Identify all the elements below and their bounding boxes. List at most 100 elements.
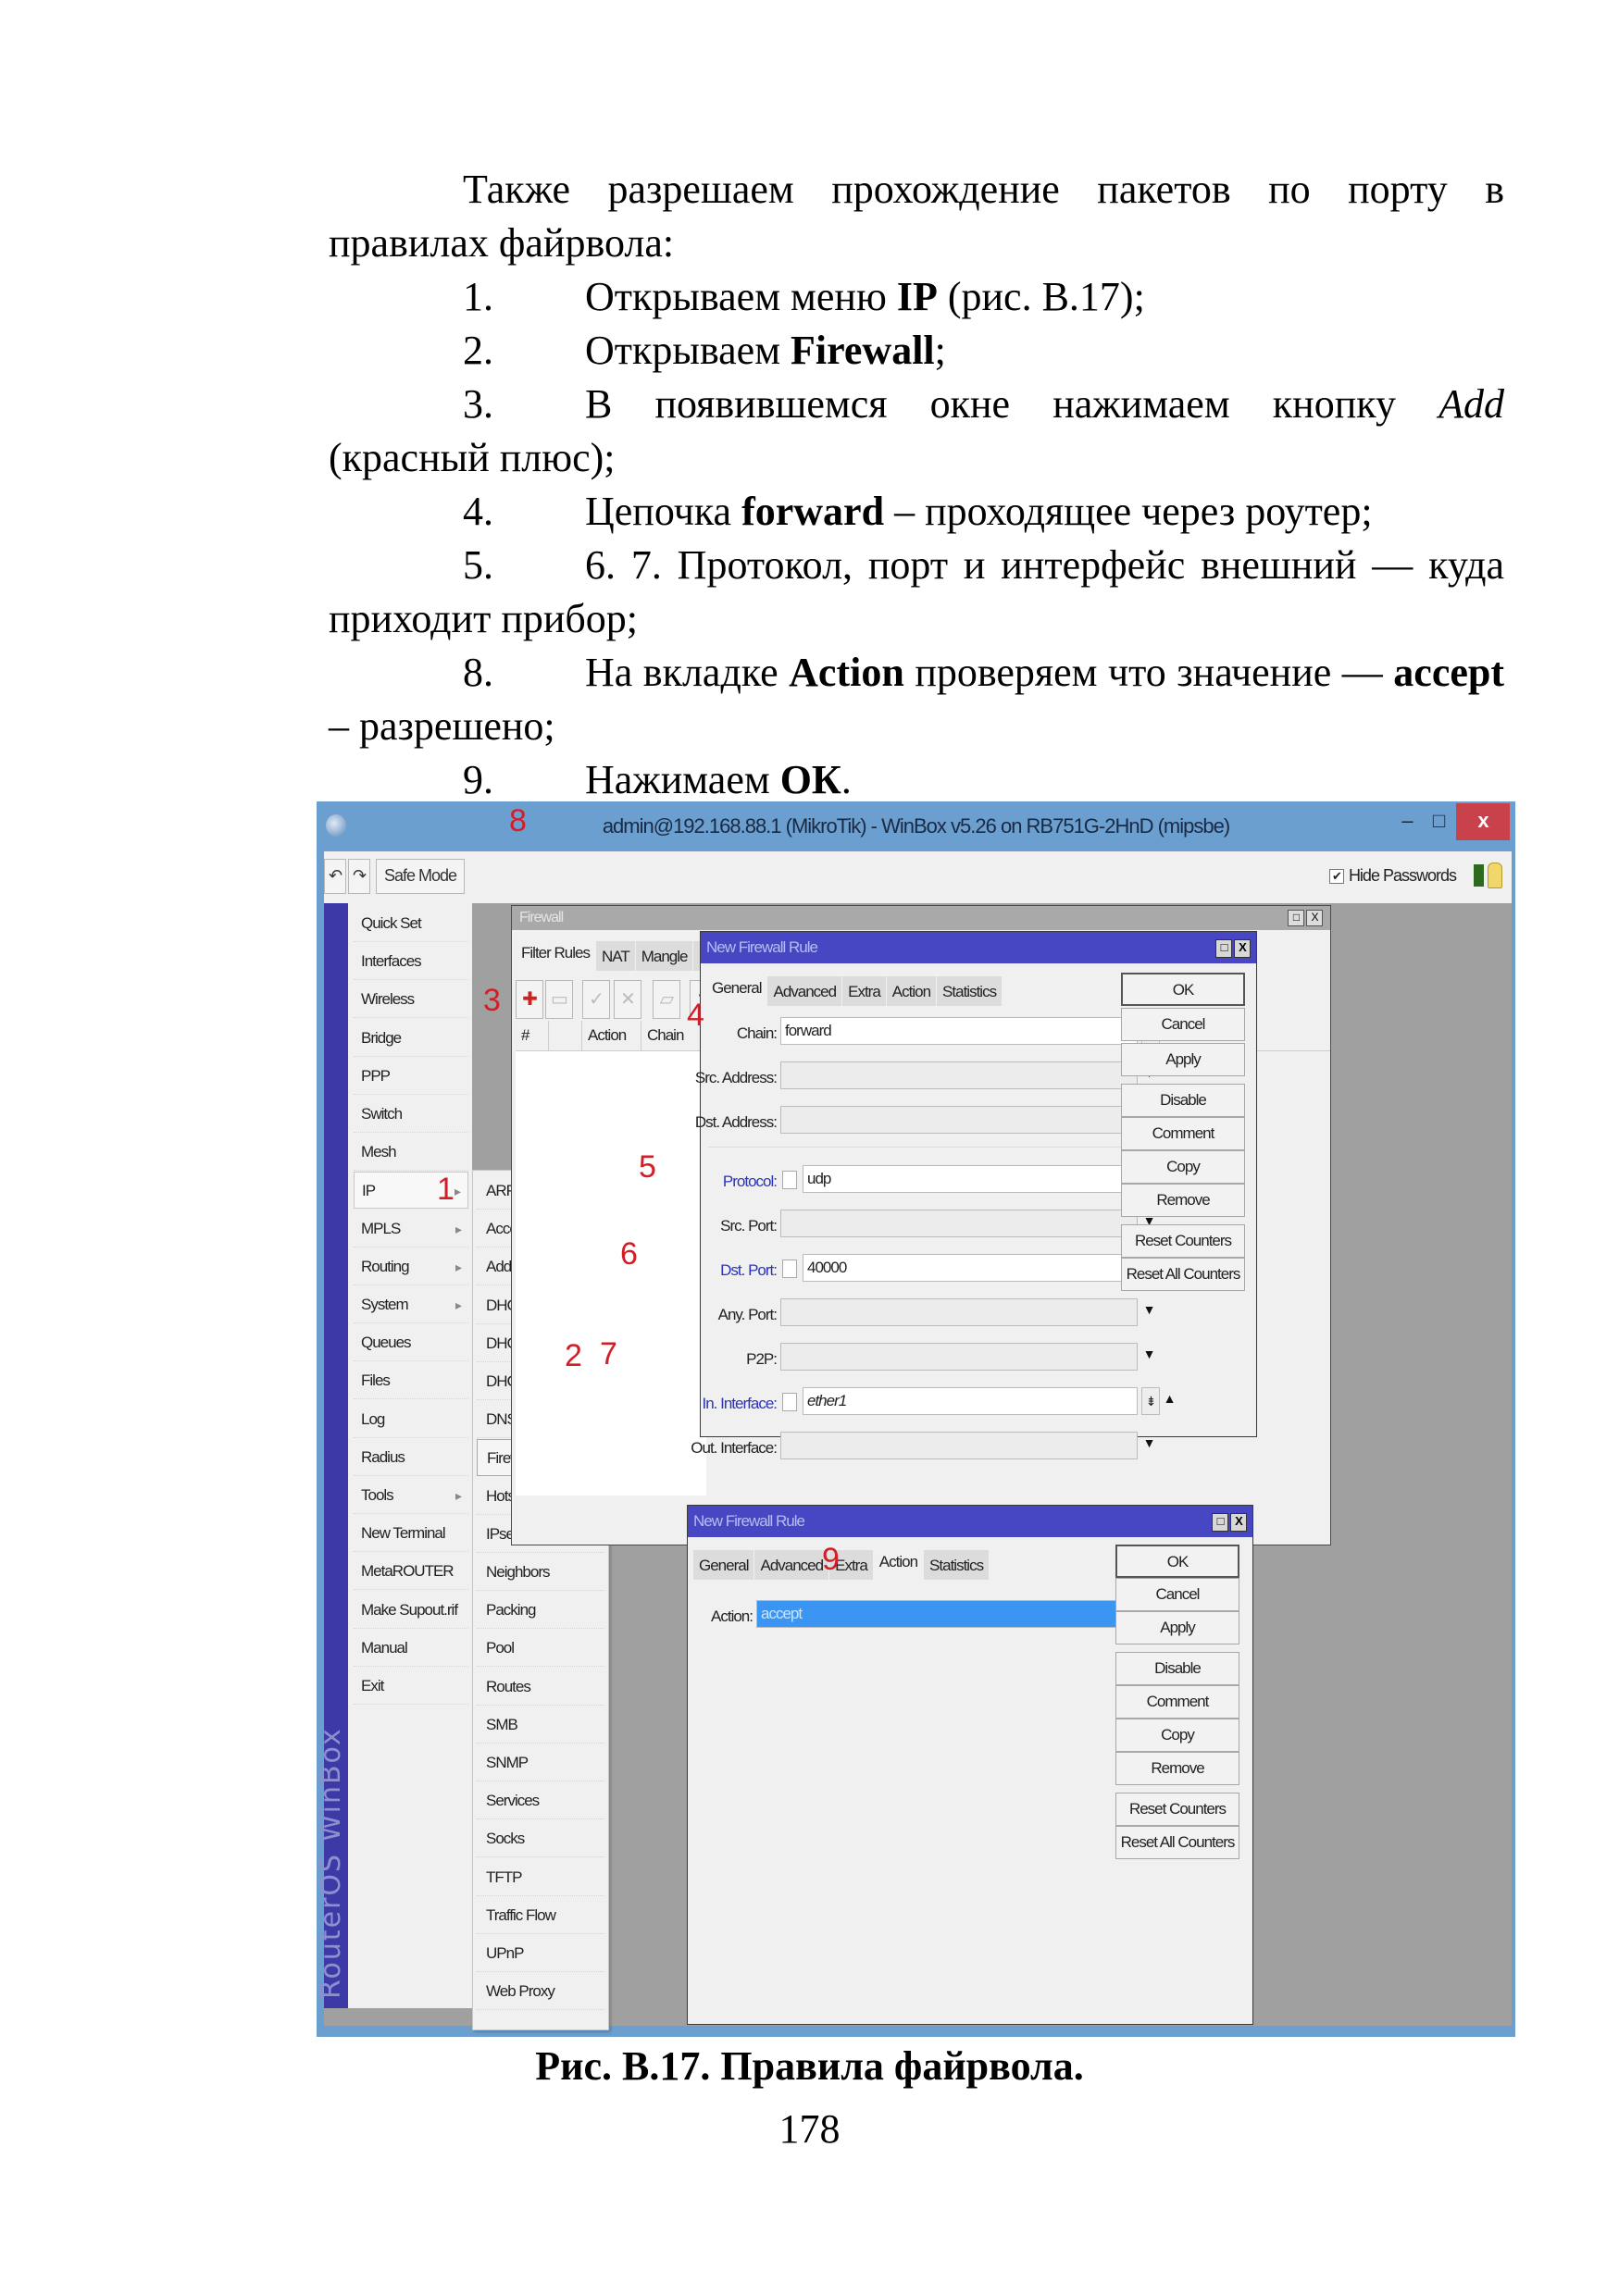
menu-item-quick-set[interactable]: Quick Set [354, 905, 468, 942]
menu-item-interfaces[interactable]: Interfaces [354, 943, 468, 981]
enable-rule-button[interactable]: ✓ [582, 980, 610, 1019]
rule-tab-advanced[interactable]: Advanced [754, 1550, 829, 1580]
menu-item-manual[interactable]: Manual [354, 1630, 468, 1667]
col-number[interactable]: # [516, 1021, 549, 1050]
action-disable-button[interactable]: Disable [1115, 1652, 1239, 1685]
general-remove-button[interactable]: Remove [1121, 1184, 1245, 1217]
submenu-item-socks[interactable]: Socks [477, 1820, 604, 1858]
any-port-input[interactable] [780, 1298, 1138, 1326]
col-flags[interactable] [549, 1021, 582, 1050]
submenu-item-routes[interactable]: Routes [477, 1669, 604, 1706]
submenu-item-traffic-flow[interactable]: Traffic Flow [477, 1897, 604, 1934]
protocol-input[interactable]: udp [803, 1165, 1138, 1193]
firewall-close-button[interactable]: X [1306, 910, 1323, 926]
general-reset-all-counters-button[interactable]: Reset All Counters [1121, 1258, 1245, 1291]
protocol-negate-checkbox[interactable] [782, 1171, 797, 1189]
in-interface-input[interactable]: ether1 [803, 1387, 1138, 1415]
menu-item-radius[interactable]: Radius [354, 1439, 468, 1476]
general-reset-counters-button[interactable]: Reset Counters [1121, 1224, 1245, 1258]
firewall-tab-mangle[interactable]: Mangle [635, 941, 693, 971]
menu-item-routing[interactable]: Routing ▸ [354, 1248, 468, 1285]
out-interface-input[interactable] [780, 1432, 1138, 1459]
in-interface-negate-checkbox[interactable] [782, 1393, 797, 1411]
dialog-close-button[interactable]: X [1230, 1513, 1247, 1532]
submenu-item-neighbors[interactable]: Neighbors [477, 1554, 604, 1591]
action-reset-counters-button[interactable]: Reset Counters [1115, 1793, 1239, 1826]
action-comment-button[interactable]: Comment [1115, 1685, 1239, 1719]
add-rule-button[interactable]: ✚ [516, 980, 543, 1019]
in-interface-dropdown-button[interactable]: ⇟ [1141, 1387, 1160, 1415]
comment-rule-button[interactable]: ▱ [653, 980, 680, 1019]
action-cancel-button[interactable]: Cancel [1115, 1578, 1239, 1611]
rule-tab-action[interactable]: Action [886, 976, 937, 1006]
redo-button[interactable]: ↷ [348, 859, 370, 894]
remove-rule-button[interactable]: ▭ [545, 980, 573, 1019]
menu-item-queues[interactable]: Queues [354, 1324, 468, 1362]
firewall-maximize-button[interactable]: □ [1288, 910, 1304, 926]
dialog-maximize-button[interactable]: □ [1215, 939, 1232, 958]
menu-item-mesh[interactable]: Mesh [354, 1134, 468, 1172]
firewall-tab-nat[interactable]: NAT [595, 941, 635, 971]
in-interface-label[interactable]: In. Interface: [703, 1395, 778, 1413]
general-disable-button[interactable]: Disable [1121, 1084, 1245, 1117]
menu-item-log[interactable]: Log [354, 1401, 468, 1438]
dst-port-label[interactable]: Dst. Port: [720, 1261, 778, 1280]
in-interface-collapse-icon[interactable]: ▲ [1162, 1391, 1177, 1406]
menu-item-mpls[interactable]: MPLS ▸ [354, 1210, 468, 1247]
rule-tab-general[interactable]: General [693, 1550, 754, 1580]
menu-item-tools[interactable]: Tools ▸ [354, 1477, 468, 1514]
general-ok-button[interactable]: OK [1121, 973, 1245, 1006]
rule-tab-advanced[interactable]: Advanced [767, 976, 842, 1006]
rule-tab-extra[interactable]: Extra [842, 976, 886, 1006]
menu-item-exit[interactable]: Exit [354, 1668, 468, 1705]
menu-item-make-supout-rif[interactable]: Make Supout.rif [354, 1592, 468, 1629]
any-port-expand-icon[interactable]: ▼ [1141, 1302, 1156, 1317]
out-interface-expand-icon[interactable]: ▼ [1141, 1435, 1156, 1450]
disable-rule-button[interactable]: ✕ [614, 980, 641, 1019]
submenu-item-pool[interactable]: Pool [477, 1630, 604, 1668]
p2p-input[interactable] [780, 1343, 1138, 1371]
rule-tab-statistics[interactable]: Statistics [937, 976, 1003, 1006]
submenu-item-tftp[interactable]: TFTP [477, 1859, 604, 1896]
menu-item-wireless[interactable]: Wireless [354, 981, 468, 1019]
hide-passwords-toggle[interactable]: ✔ Hide Passwords [1328, 866, 1457, 886]
general-copy-button[interactable]: Copy [1121, 1150, 1245, 1184]
dst-port-input[interactable]: 40000 [803, 1254, 1160, 1282]
firewall-tab-filter-rules[interactable]: Filter Rules [516, 937, 595, 971]
action-copy-button[interactable]: Copy [1115, 1719, 1239, 1752]
submenu-item-packing[interactable]: Packing [477, 1592, 604, 1630]
general-cancel-button[interactable]: Cancel [1121, 1008, 1245, 1041]
rule-tab-statistics[interactable]: Statistics [924, 1550, 990, 1580]
src-port-input[interactable] [780, 1210, 1138, 1237]
submenu-item-snmp[interactable]: SNMP [477, 1744, 604, 1781]
menu-item-ppp[interactable]: PPP [354, 1058, 468, 1095]
menu-item-bridge[interactable]: Bridge [354, 1020, 468, 1057]
action-apply-button[interactable]: Apply [1115, 1611, 1239, 1644]
dialog-maximize-button[interactable]: □ [1212, 1513, 1228, 1532]
action-remove-button[interactable]: Remove [1115, 1752, 1239, 1785]
hide-passwords-checkbox[interactable]: ✔ [1328, 869, 1344, 885]
rule-tab-action[interactable]: Action [873, 1546, 924, 1580]
submenu-item-web-proxy[interactable]: Web Proxy [477, 1973, 604, 2011]
action-ok-button[interactable]: OK [1115, 1545, 1239, 1578]
submenu-item-services[interactable]: Services [477, 1782, 604, 1820]
undo-button[interactable]: ↶ [324, 859, 346, 894]
action-reset-all-counters-button[interactable]: Reset All Counters [1115, 1826, 1239, 1859]
general-apply-button[interactable]: Apply [1121, 1043, 1245, 1076]
protocol-label[interactable]: Protocol: [723, 1173, 778, 1191]
p2p-expand-icon[interactable]: ▼ [1141, 1347, 1156, 1361]
menu-item-files[interactable]: Files [354, 1362, 468, 1400]
maximize-button[interactable]: □ [1423, 803, 1454, 840]
rule-tab-general[interactable]: General [706, 973, 767, 1006]
dst-address-input[interactable] [780, 1106, 1138, 1134]
dst-port-negate-checkbox[interactable] [782, 1260, 797, 1278]
minimize-button[interactable]: – [1391, 803, 1423, 840]
src-address-input[interactable] [780, 1061, 1138, 1089]
menu-item-switch[interactable]: Switch [354, 1096, 468, 1133]
col-action[interactable]: Action [582, 1021, 641, 1050]
dialog-close-button[interactable]: X [1234, 939, 1251, 958]
chain-input[interactable]: forward [780, 1017, 1138, 1045]
general-comment-button[interactable]: Comment [1121, 1117, 1245, 1150]
submenu-item-smb[interactable]: SMB [477, 1706, 604, 1744]
menu-item-metarouter[interactable]: MetaROUTER [354, 1553, 468, 1591]
